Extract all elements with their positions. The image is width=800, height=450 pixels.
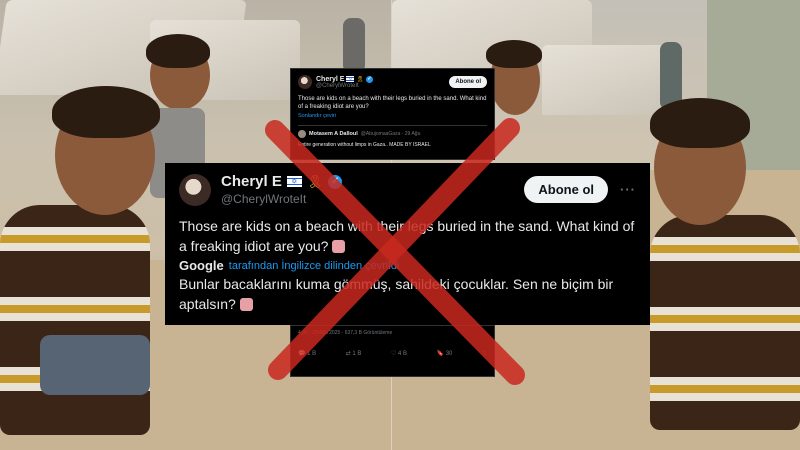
action-bar: 💬 1 B ⇄ 1 B ♡ 4 B 🔖 30 ⇪ [298, 350, 487, 357]
quote-author-handle: @AbujomaaGaza · 29 Ağu [360, 131, 421, 137]
quote-author-name: Motasem A Dalloul [309, 131, 358, 137]
verified-badge-icon: ✓ [366, 75, 374, 83]
child-hair [650, 98, 750, 148]
tweet-text: Those are kids on a beach with their leg… [179, 216, 636, 256]
author-handle[interactable]: @CherylWroteIt [316, 83, 373, 89]
avatar[interactable] [298, 75, 312, 89]
reply-icon: 💬 [298, 351, 306, 357]
like-button[interactable]: ♡ 4 B [391, 350, 407, 357]
israel-flag-icon: ✡ [346, 76, 355, 82]
facepalm-emoji-icon [239, 298, 253, 311]
follow-button[interactable]: Abone ol [449, 76, 487, 88]
bookmark-count: 30 [445, 351, 453, 357]
reply-button[interactable]: 💬 1 B [298, 350, 316, 357]
ribbon-icon: 🎗 [306, 173, 324, 189]
tweet-text: Those are kids on a beach with their leg… [298, 96, 487, 110]
tweet-card-footer: 4:35 · 29 Ağu 2025 · 637,3 B Görüntüleme… [290, 325, 495, 377]
quote-text: Entire generation without limps in Gaza.… [298, 142, 431, 148]
reply-count: 1 B [307, 351, 317, 357]
repost-count: 1 B [352, 351, 362, 357]
author-handle[interactable]: @CherylWroteIt [221, 192, 342, 206]
bystander [343, 18, 365, 73]
quoted-tweet[interactable]: Motasem A Dalloul @AbujomaaGaza · 29 Ağu… [298, 125, 487, 149]
child-hair [486, 40, 542, 68]
author-name[interactable]: Cheryl E [221, 173, 282, 190]
google-logo: Google [179, 258, 224, 273]
repost-icon: ⇄ [345, 351, 351, 357]
verified-badge-icon: ✓ [328, 174, 343, 189]
more-options-icon[interactable]: ··· [620, 182, 636, 197]
tweet-meta: 4:35 · 29 Ağu 2025 · 637,3 B Görüntüleme [298, 330, 393, 336]
tweet-text-content: Those are kids on a beach with their leg… [179, 218, 635, 254]
bookmark-button[interactable]: 🔖 30 [437, 350, 453, 357]
facepalm-emoji-icon [332, 240, 346, 253]
heart-icon: ♡ [390, 351, 397, 357]
like-count: 4 B [398, 351, 408, 357]
repost-button[interactable]: ⇄ 1 B [346, 350, 362, 357]
child-sweater [0, 205, 150, 435]
child-hair [146, 34, 210, 68]
child-sweater [650, 215, 800, 430]
author-name[interactable]: Cheryl E [316, 76, 344, 83]
child-jeans [40, 335, 150, 395]
translated-text: Bunlar bacaklarını kuma gömmüş, sahildek… [179, 274, 636, 314]
tweet-card-small: Cheryl E ✡ 🎗 ✓ @CherylWroteIt Abone ol T… [290, 68, 495, 160]
avatar[interactable] [179, 173, 211, 206]
israel-flag-icon: ✡ [286, 176, 302, 187]
quote-avatar [298, 130, 306, 138]
translate-link[interactable]: Sonlandır çeviri [298, 113, 487, 119]
translation-source-link[interactable]: tarafından İngilizce dilinden çevrildi [229, 260, 400, 272]
bookmark-icon: 🔖 [436, 351, 445, 357]
follow-button[interactable]: Abone ol [524, 176, 608, 203]
share-icon: ⇪ [481, 351, 487, 357]
child-hair [52, 86, 160, 138]
share-button[interactable]: ⇪ [482, 350, 487, 357]
ribbon-icon: 🎗 [356, 76, 365, 83]
tweet-card-main: Cheryl E ✡ 🎗 ✓ @CherylWroteIt Abone ol ·… [165, 163, 650, 325]
